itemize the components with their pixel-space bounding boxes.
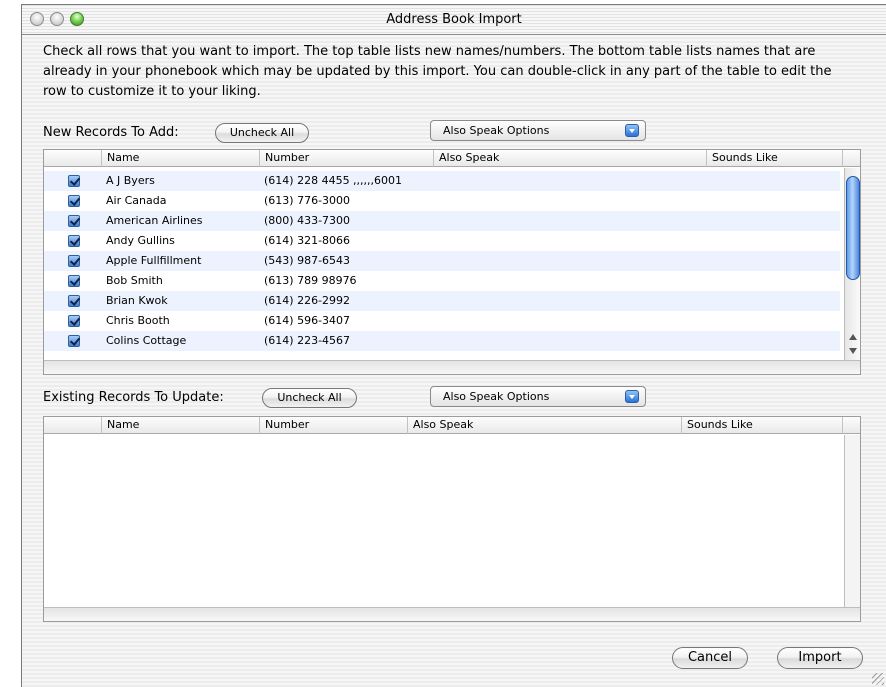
row-checkbox[interactable] [68,275,80,287]
row-checkbox[interactable] [68,295,80,307]
row-number: (613) 789 98976 [264,274,357,287]
row-number: (543) 987-6543 [264,254,351,267]
existing-records-label: Existing Records To Update: [43,390,224,405]
address-book-import-window: Address Book Import Check all rows that … [21,4,886,687]
row-name: Brian Kwok [106,294,168,307]
row-name: American Airlines [106,214,203,227]
row-number: (614) 226-2992 [264,294,351,307]
row-name: A J Byers [106,174,155,187]
row-number: (614) 228 4455 ,,,,,,6001 [264,174,403,187]
row-name: Apple Fullfillment [106,254,202,267]
row-checkbox[interactable] [68,235,80,247]
new-records-label: New Records To Add: [43,125,179,140]
number-column-header[interactable]: Number [259,150,433,167]
window-title: Address Book Import [386,12,522,27]
popup-label: Also Speak Options [443,390,550,403]
new-records-table-header: Name Number Also Speak Sounds Like [44,150,860,167]
row-number: (614) 223-4567 [264,334,351,347]
cancel-button[interactable]: Cancel [672,647,748,669]
table-row[interactable]: Chris Booth (614) 596-3407 [44,311,840,331]
uncheck-all-new-button[interactable]: Uncheck All [215,123,309,143]
also-speak-column-header[interactable]: Also Speak [407,417,681,434]
row-number: (614) 596-3407 [264,314,351,327]
scroll-up-icon[interactable] [849,334,857,340]
row-checkbox[interactable] [68,195,80,207]
new-records-vertical-scrollbar[interactable] [844,168,860,360]
resize-grip-icon[interactable] [872,673,884,685]
table-row[interactable]: Brian Kwok (614) 226-2992 [44,291,840,311]
table-row[interactable]: Colins Cottage (614) 223-4567 [44,331,840,351]
also-speak-options-new-popup[interactable]: Also Speak Options [430,120,646,141]
name-column-header[interactable]: Name [101,417,259,434]
existing-records-vertical-scrollbar[interactable] [844,435,860,607]
row-checkbox[interactable] [68,175,80,187]
table-row[interactable]: Apple Fullfillment (543) 987-6543 [44,251,840,271]
existing-records-horizontal-scrollbar[interactable] [44,607,860,621]
chevron-down-icon [625,124,639,137]
number-column-header[interactable]: Number [259,417,407,434]
new-records-horizontal-scrollbar[interactable] [44,360,860,374]
title-bar[interactable]: Address Book Import [22,5,886,35]
scrollbar-thumb[interactable] [846,176,860,280]
popup-label: Also Speak Options [443,124,550,137]
row-name: Chris Booth [106,314,170,327]
row-name: Air Canada [106,194,167,207]
row-number: (800) 433-7300 [264,214,351,227]
row-name: Bob Smith [106,274,163,287]
row-name: Colins Cottage [106,334,187,347]
row-name: Andy Gullins [106,234,175,247]
existing-records-table-header: Name Number Also Speak Sounds Like [44,417,860,434]
sounds-like-column-header[interactable]: Sounds Like [681,417,842,434]
row-number: (614) 321-8066 [264,234,351,247]
table-row[interactable]: Andy Gullins (614) 321-8066 [44,231,840,251]
name-column-header[interactable]: Name [101,150,259,167]
checkbox-column-header[interactable] [44,150,101,167]
corner-header [842,417,860,434]
table-row[interactable]: American Airlines (800) 433-7300 [44,211,840,231]
table-row[interactable]: Air Canada (613) 776-3000 [44,191,840,211]
instructions-text: Check all rows that you want to import. … [43,44,832,99]
row-checkbox[interactable] [68,215,80,227]
corner-header [842,150,860,167]
uncheck-all-existing-button[interactable]: Uncheck All [262,388,357,408]
also-speak-options-existing-popup[interactable]: Also Speak Options [430,386,646,407]
row-checkbox[interactable] [68,255,80,267]
row-checkbox[interactable] [68,335,80,347]
chevron-down-icon [625,390,639,403]
row-checkbox[interactable] [68,315,80,327]
checkbox-column-header[interactable] [44,417,101,434]
sounds-like-column-header[interactable]: Sounds Like [706,150,842,167]
scroll-down-icon[interactable] [849,348,857,354]
new-records-table: Name Number Also Speak Sounds Like A J B… [43,149,861,375]
table-row[interactable]: A J Byers (614) 228 4455 ,,,,,,6001 [44,171,840,191]
row-number: (613) 776-3000 [264,194,351,207]
table-row[interactable]: Bob Smith (613) 789 98976 [44,271,840,291]
also-speak-column-header[interactable]: Also Speak [433,150,706,167]
import-button[interactable]: Import [777,647,863,669]
existing-records-table: Name Number Also Speak Sounds Like [43,416,861,622]
